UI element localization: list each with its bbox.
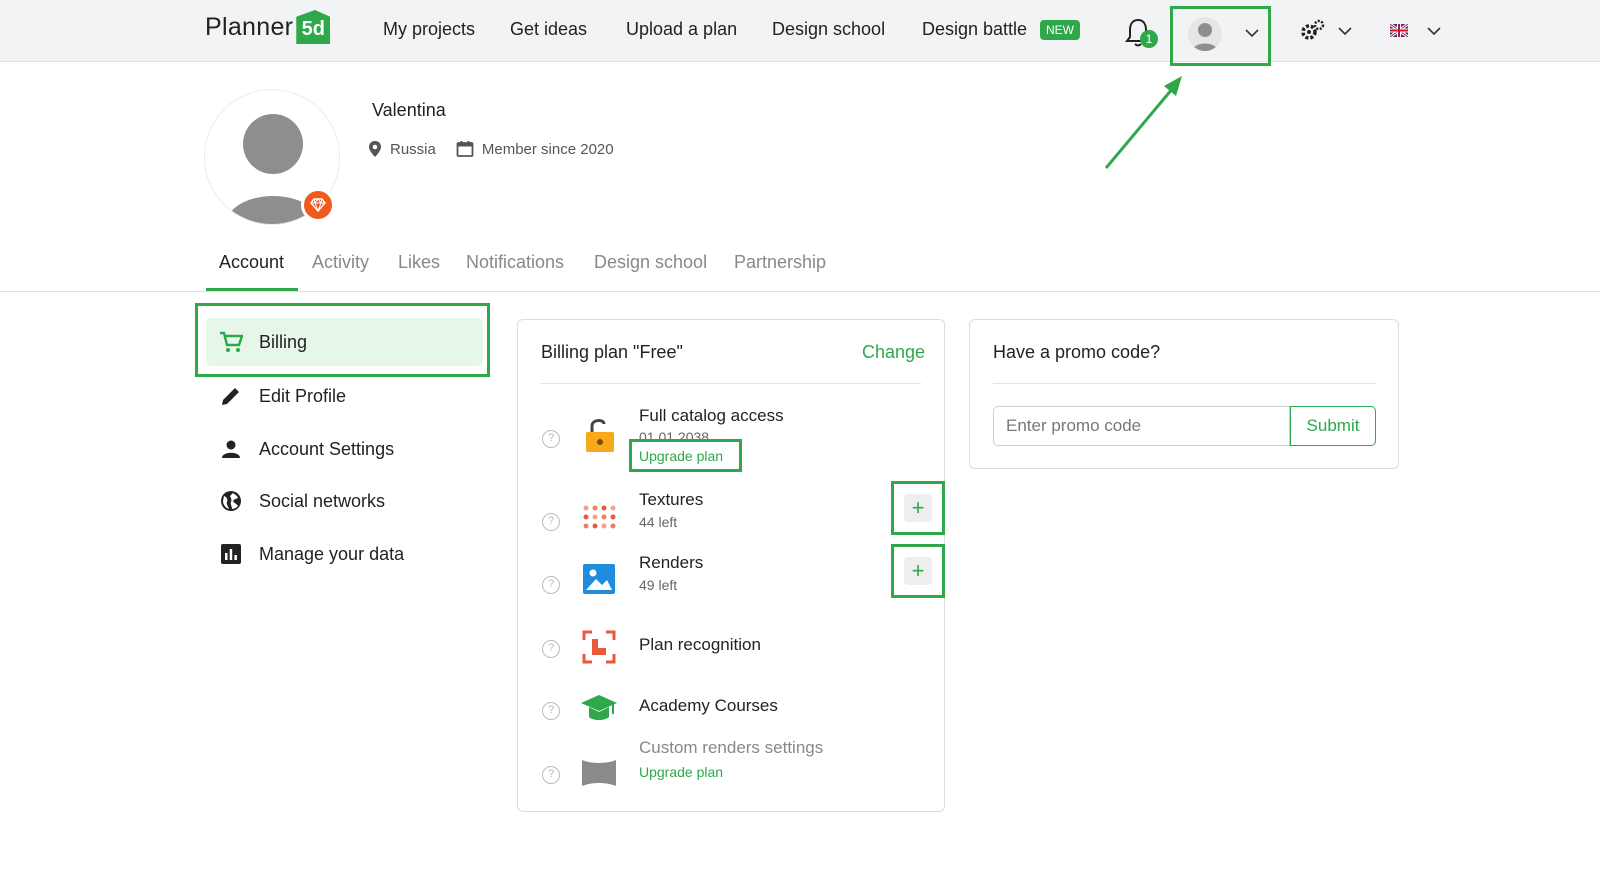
tab-partnership[interactable]: Partnership bbox=[734, 252, 826, 273]
sidebar-item-label: Edit Profile bbox=[259, 385, 347, 406]
sidebar-item-label: Manage your data bbox=[259, 543, 405, 564]
person-icon bbox=[219, 437, 243, 461]
pencil-icon bbox=[219, 384, 243, 408]
nav-design-battle[interactable]: Design battle bbox=[922, 19, 1027, 40]
top-bar: Planner 5d My projects Get ideas Upload … bbox=[0, 0, 1600, 66]
upgrade-plan-link[interactable]: Upgrade plan bbox=[639, 764, 723, 780]
diamond-icon bbox=[310, 198, 326, 212]
unlocked-padlock-icon bbox=[586, 419, 614, 452]
help-icon[interactable]: ? bbox=[542, 766, 560, 784]
promo-card: Have a promo code? Enter promo code Subm… bbox=[969, 319, 1399, 469]
profile-name: Valentina bbox=[372, 100, 446, 120]
feature-name: Renders bbox=[639, 553, 704, 572]
feature-name: Full catalog access bbox=[639, 406, 784, 425]
feature-name: Academy Courses bbox=[639, 696, 778, 715]
location-pin-icon bbox=[369, 141, 381, 157]
tab-design-school[interactable]: Design school bbox=[594, 252, 707, 273]
tab-likes[interactable]: Likes bbox=[398, 252, 440, 273]
panorama-icon bbox=[582, 760, 616, 786]
chart-icon bbox=[219, 542, 243, 566]
graduation-cap-icon bbox=[581, 695, 617, 720]
logo-badge: 5d bbox=[296, 10, 331, 44]
feature-remaining: 49 left bbox=[639, 577, 678, 593]
sidebar-item-billing[interactable]: Billing bbox=[206, 318, 483, 366]
add-textures-button[interactable]: + bbox=[904, 494, 932, 522]
feature-remaining: 44 left bbox=[639, 514, 678, 530]
feature-name: Textures bbox=[639, 490, 704, 509]
sidebar-item-label: Social networks bbox=[259, 490, 386, 511]
billing-plan-title: Billing plan "Free" bbox=[541, 342, 683, 362]
sidebar-item-edit-profile[interactable]: Edit Profile bbox=[206, 372, 483, 420]
profile-meta: Russia Member since 2020 bbox=[368, 140, 634, 158]
member-since-text: Member since 2020 bbox=[481, 140, 614, 158]
textures-dots-icon bbox=[583, 505, 616, 529]
profile-location: Russia bbox=[368, 140, 436, 158]
feature-plan-recognition: ? Plan recognition bbox=[518, 612, 938, 672]
help-icon[interactable]: ? bbox=[542, 702, 560, 720]
nav-design-school[interactable]: Design school bbox=[772, 19, 885, 40]
chevron-down-icon[interactable] bbox=[1427, 26, 1441, 36]
promo-submit-button[interactable]: Submit bbox=[1290, 406, 1376, 446]
nav-my-projects[interactable]: My projects bbox=[383, 19, 475, 40]
feature-name: Plan recognition bbox=[639, 635, 761, 654]
cart-icon bbox=[219, 330, 243, 354]
user-menu-button[interactable] bbox=[1170, 6, 1271, 66]
divider bbox=[541, 383, 921, 384]
profile-tabs: Account Activity Likes Notifications Des… bbox=[0, 244, 1600, 292]
plan-recognition-icon bbox=[582, 630, 616, 664]
image-render-icon bbox=[583, 564, 615, 594]
nav-get-ideas[interactable]: Get ideas bbox=[510, 19, 587, 40]
sidebar-item-manage-data[interactable]: Manage your data bbox=[206, 530, 483, 578]
chevron-down-icon bbox=[1245, 29, 1259, 38]
annotation-arrow-icon bbox=[1104, 76, 1182, 169]
add-textures-highlight-box: + bbox=[891, 481, 945, 535]
user-silhouette-icon bbox=[1192, 23, 1218, 51]
active-tab-indicator bbox=[206, 288, 298, 291]
avatar bbox=[1188, 17, 1222, 51]
globe-icon bbox=[219, 489, 243, 513]
help-icon[interactable]: ? bbox=[542, 430, 560, 448]
sidebar-item-social-networks[interactable]: Social networks bbox=[206, 477, 483, 525]
divider bbox=[993, 383, 1376, 384]
feature-renders: ? Renders 49 left + bbox=[518, 544, 945, 608]
logo[interactable]: Planner 5d bbox=[205, 10, 331, 44]
billing-card: Billing plan "Free" Change ? Full catalo… bbox=[517, 319, 945, 812]
tab-account[interactable]: Account bbox=[219, 252, 284, 273]
settings-gear-icon[interactable] bbox=[1300, 18, 1326, 44]
calendar-icon bbox=[456, 141, 474, 157]
chevron-down-icon[interactable] bbox=[1338, 26, 1352, 36]
logo-text: Planner bbox=[205, 12, 294, 41]
feature-name: Custom renders settings bbox=[639, 738, 824, 757]
nav-upload-plan[interactable]: Upload a plan bbox=[626, 19, 737, 40]
sidebar-item-label: Account Settings bbox=[259, 438, 395, 459]
uk-flag-icon[interactable] bbox=[1390, 24, 1408, 37]
sidebar-item-label: Billing bbox=[259, 331, 308, 352]
sidebar-item-account-settings[interactable]: Account Settings bbox=[206, 425, 483, 473]
help-icon[interactable]: ? bbox=[542, 513, 560, 531]
promo-title: Have a promo code? bbox=[993, 342, 1161, 362]
add-renders-button[interactable]: + bbox=[904, 557, 932, 585]
new-badge: NEW bbox=[1040, 20, 1080, 40]
feature-custom-renders: ? Custom renders settings Upgrade plan bbox=[518, 738, 938, 798]
promo-code-input[interactable]: Enter promo code bbox=[993, 406, 1290, 446]
help-icon[interactable]: ? bbox=[542, 640, 560, 658]
profile-member-since: Member since 2020 bbox=[456, 140, 614, 158]
change-plan-link[interactable]: Change bbox=[862, 342, 925, 363]
add-renders-highlight-box: + bbox=[891, 544, 945, 598]
profile-country: Russia bbox=[390, 140, 436, 158]
feature-academy-courses: ? Academy Courses bbox=[518, 674, 938, 734]
feature-textures: ? Textures 44 left + bbox=[518, 481, 945, 545]
tab-activity[interactable]: Activity bbox=[312, 252, 369, 273]
notification-count: 1 bbox=[1140, 30, 1158, 48]
upgrade-plan-link[interactable]: Upgrade plan bbox=[639, 448, 723, 464]
tab-notifications[interactable]: Notifications bbox=[466, 252, 564, 273]
premium-badge bbox=[301, 188, 335, 222]
feature-full-catalog: ? Full catalog access 01.01.2038 Upgrade… bbox=[518, 400, 938, 472]
help-icon[interactable]: ? bbox=[542, 576, 560, 594]
